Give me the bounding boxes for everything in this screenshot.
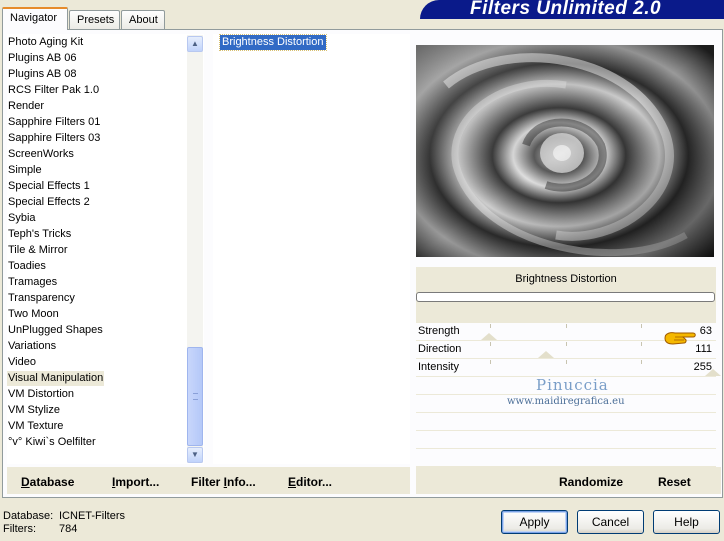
import-button[interactable]: Import... bbox=[112, 475, 159, 489]
tab-about[interactable]: About bbox=[121, 10, 165, 29]
category-item[interactable]: Tile & Mirror bbox=[7, 243, 68, 258]
scroll-up-icon[interactable]: ▲ bbox=[187, 36, 203, 52]
category-item[interactable]: ScreenWorks bbox=[7, 147, 75, 162]
category-item[interactable]: Sybia bbox=[7, 211, 37, 226]
tab-presets[interactable]: Presets bbox=[69, 10, 120, 29]
category-item[interactable]: Video bbox=[7, 355, 37, 370]
tab-navigator[interactable]: Navigator bbox=[2, 7, 68, 30]
slider-tick bbox=[490, 360, 491, 364]
category-item[interactable]: UnPlugged Shapes bbox=[7, 323, 104, 338]
direction-slider-thumb[interactable] bbox=[538, 351, 554, 358]
database-label: Database: bbox=[3, 510, 54, 522]
watermark-name: Pinuccia bbox=[536, 376, 609, 394]
param-value-intensity: 255 bbox=[693, 361, 712, 373]
filter-item-selected[interactable]: Brightness Distortion bbox=[219, 34, 327, 51]
preview-image bbox=[416, 45, 714, 257]
category-item[interactable]: Two Moon bbox=[7, 307, 60, 322]
param-row-empty bbox=[416, 413, 716, 431]
slider-tick bbox=[641, 360, 642, 364]
filter-list[interactable] bbox=[213, 34, 410, 464]
category-item[interactable]: Sapphire Filters 01 bbox=[7, 115, 101, 130]
category-scrollbar[interactable]: ▲ ▼ bbox=[187, 35, 203, 463]
param-row-empty bbox=[416, 431, 716, 449]
filters-label: Filters: bbox=[3, 523, 36, 535]
preview-filter-name: Brightness Distortion bbox=[515, 273, 617, 285]
cancel-button[interactable]: Cancel bbox=[577, 510, 644, 534]
param-label-intensity: Intensity bbox=[418, 361, 459, 373]
slider-tick bbox=[641, 342, 642, 346]
category-item[interactable]: Tramages bbox=[7, 275, 58, 290]
param-label-strength: Strength bbox=[418, 325, 460, 337]
strength-slider-thumb[interactable] bbox=[481, 333, 497, 340]
database-value: ICNET-Filters bbox=[59, 510, 125, 522]
category-item[interactable]: Teph's Tricks bbox=[7, 227, 72, 242]
category-item[interactable]: Special Effects 1 bbox=[7, 179, 91, 194]
progress-bar bbox=[416, 292, 715, 302]
pointing-hand-icon bbox=[663, 329, 697, 347]
category-item[interactable]: °v° Kiwi`s Oelfilter bbox=[7, 435, 97, 450]
category-item[interactable]: Special Effects 2 bbox=[7, 195, 91, 210]
reset-button[interactable]: Reset bbox=[658, 475, 691, 489]
category-item[interactable]: Plugins AB 06 bbox=[7, 51, 78, 66]
slider-tick bbox=[641, 324, 642, 328]
category-item[interactable]: Visual Manipulation bbox=[7, 371, 105, 386]
help-button[interactable]: Help bbox=[653, 510, 720, 534]
param-row-empty bbox=[416, 449, 716, 467]
category-item[interactable]: VM Distortion bbox=[7, 387, 75, 402]
watermark-url: www.maidiregrafica.eu bbox=[507, 396, 625, 407]
app-title: Filters Unlimited 2.0 bbox=[470, 0, 662, 19]
param-label-direction: Direction bbox=[418, 343, 462, 355]
category-item[interactable]: VM Texture bbox=[7, 419, 64, 434]
slider-tick bbox=[566, 342, 567, 346]
database-button[interactable]: Database bbox=[21, 475, 74, 489]
editor-button[interactable]: Editor... bbox=[288, 475, 332, 489]
filter-info-button[interactable]: Filter Info... bbox=[191, 475, 256, 489]
category-item[interactable]: Plugins AB 08 bbox=[7, 67, 78, 82]
category-item[interactable]: RCS Filter Pak 1.0 bbox=[7, 83, 100, 98]
filters-count: 784 bbox=[59, 523, 78, 535]
slider-tick bbox=[490, 324, 491, 328]
category-item[interactable]: Sapphire Filters 03 bbox=[7, 131, 101, 146]
slider-tick bbox=[566, 324, 567, 328]
category-item[interactable]: Render bbox=[7, 99, 45, 114]
category-item[interactable]: Transparency bbox=[7, 291, 76, 306]
randomize-button[interactable]: Randomize bbox=[559, 475, 623, 489]
category-item[interactable]: Simple bbox=[7, 163, 43, 178]
category-item[interactable]: Variations bbox=[7, 339, 57, 354]
category-item[interactable]: VM Stylize bbox=[7, 403, 61, 418]
category-item[interactable]: Photo Aging Kit bbox=[7, 35, 84, 50]
scroll-down-icon[interactable]: ▼ bbox=[187, 447, 203, 463]
apply-button[interactable]: Apply bbox=[501, 510, 568, 534]
slider-tick bbox=[566, 360, 567, 364]
slider-tick bbox=[490, 342, 491, 346]
category-item[interactable]: Toadies bbox=[7, 259, 47, 274]
scroll-thumb[interactable] bbox=[187, 347, 203, 446]
